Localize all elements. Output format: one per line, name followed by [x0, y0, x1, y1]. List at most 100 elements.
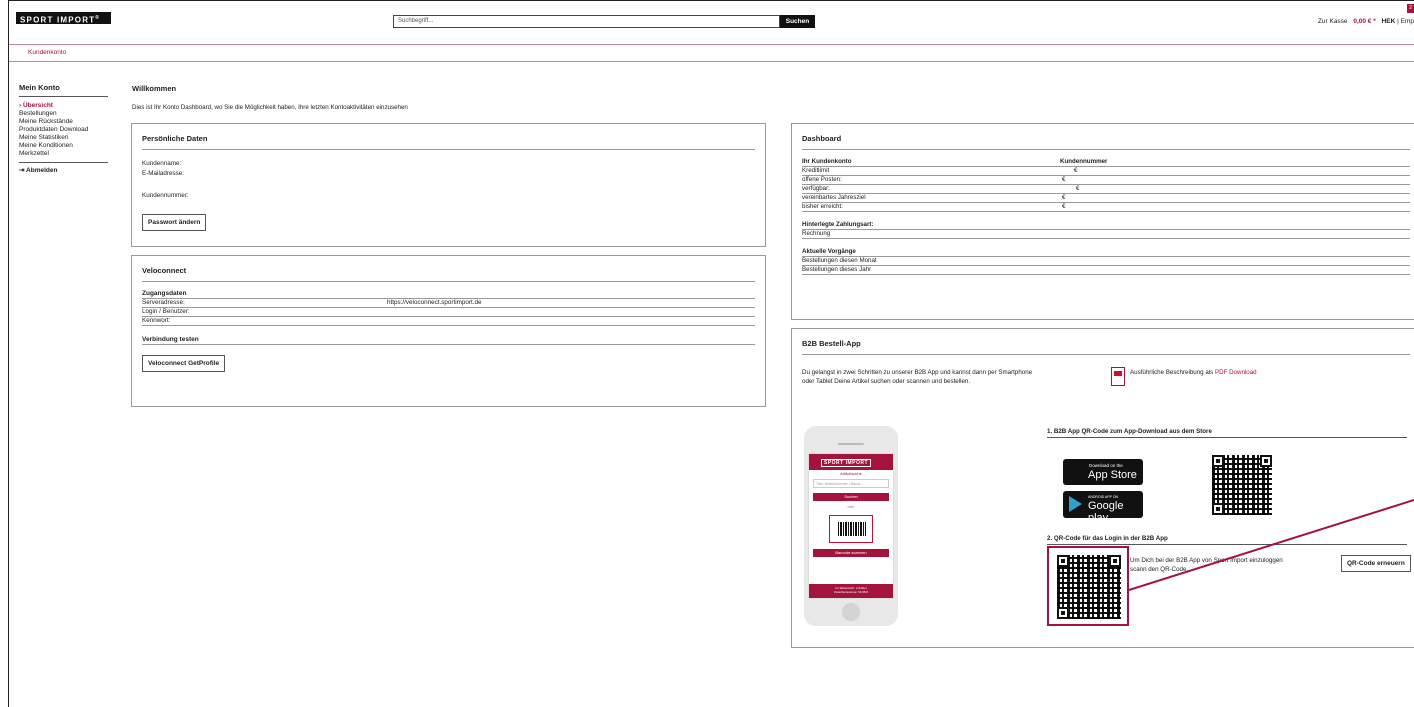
achieved-value: € [1062, 203, 1066, 210]
b2b-intro-1: Du gelangst in zwei Schritten zu unserer… [802, 369, 1033, 376]
breadcrumb: Kundenkonto [9, 44, 1414, 62]
login-qr-finder-tl [1057, 555, 1069, 567]
phone-search-field: Titel / Artikelnummer / Barcd... [813, 479, 889, 488]
cart-summary[interactable]: Zur Kasse 0,00 € * HEK | Emp [1318, 18, 1414, 25]
account-sidebar: Mein Konto › Übersicht Bestellungen Mein… [19, 83, 108, 174]
test-heading: Verbindung testen [142, 336, 755, 345]
logo-mark: ® [95, 15, 101, 21]
phone-scan-button: Barcode scannen [813, 549, 889, 557]
welcome-title: Willkommen [132, 84, 177, 93]
phone-or-text: oder [847, 505, 855, 509]
annual-target-label: vereinbartes Jahresziel [802, 194, 866, 201]
phone-home-button [842, 603, 860, 621]
b2b-title: B2B Bestell-App [802, 339, 1410, 355]
account-heading: Ihr Kundenkonto [802, 158, 852, 165]
welcome-text: Dies ist Ihr Konto Dashboard, wo Sie die… [132, 104, 408, 111]
logout-label: Abmelden [26, 167, 58, 174]
veloconnect-panel: Veloconnect Zugangsdaten Serveradresse: h… [131, 255, 766, 407]
login-qr-finder-tr [1109, 555, 1121, 567]
qr-finder-bl [1212, 503, 1224, 515]
personal-data-panel: Persönliche Daten Kundenname: E-Mailadre… [131, 123, 766, 247]
logo[interactable]: SPORT IMPORT® [16, 12, 111, 25]
currency-label: HEK [1381, 18, 1396, 25]
personal-data-title: Persönliche Daten [142, 134, 755, 150]
orders-month: Bestellungen diesen Monat [802, 257, 1410, 266]
phone-header: SPORT IMPORT [809, 454, 893, 470]
sidebar-item-backorders[interactable]: Meine Rückstände [19, 118, 108, 126]
sidebar-item-product-download[interactable]: Produktdaten Download [19, 126, 108, 134]
google-play-big: Google play [1088, 500, 1124, 524]
login-qr-finder-bl [1057, 607, 1069, 619]
open-items-row: offene Posten: € [802, 176, 1410, 185]
pdf-text: Ausführliche Beschreibung als [1130, 369, 1215, 376]
login-qr-code [1057, 555, 1121, 619]
customer-name-label: Kundenname: [142, 160, 182, 167]
server-row: Serveradresse: https://veloconnect.sporti… [142, 299, 755, 308]
achieved-row: bisher erreicht: € [802, 203, 1410, 212]
qr-finder-tr [1260, 455, 1272, 467]
password-row: Kennwort: [142, 317, 755, 326]
renew-qr-button[interactable]: QR-Code erneuern [1341, 555, 1411, 572]
search-button[interactable]: Suchen [780, 15, 815, 28]
phone-barcode-frame [829, 515, 873, 543]
open-items-value: € [1062, 176, 1066, 183]
achieved-label: bisher erreicht: [802, 203, 843, 210]
phone-search-button: Suchen [813, 493, 889, 501]
header: SPORT IMPORT® Suchbegriff... Suchen Zur … [9, 0, 1414, 44]
checkout-link[interactable]: Zur Kasse [1318, 18, 1348, 25]
breadcrumb-kundenkonto[interactable]: Kundenkonto [28, 49, 66, 56]
number-heading: Kundennummer [1060, 158, 1108, 165]
password-label: Kennwort: [142, 317, 171, 324]
veloconnect-title: Veloconnect [142, 266, 755, 282]
login-row: Login / Benutzer: [142, 308, 755, 317]
logo-text: SPORT IMPORT [20, 15, 96, 25]
veloconnect-getprofile-button[interactable]: Veloconnect GetProfile [142, 355, 226, 372]
app-store-badge[interactable]: Download on the App Store [1063, 459, 1143, 485]
header-separator: | [1397, 18, 1399, 25]
cart-amount: 0,00 € * [1353, 18, 1376, 25]
google-play-badge[interactable]: ANDROID APP ON Google play [1063, 491, 1143, 524]
available-row: verfügbar: € [802, 185, 1410, 194]
available-value: € [1076, 185, 1080, 192]
sidebar-item-conditions[interactable]: Meine Konditionen [19, 142, 108, 150]
credit-limit-label: Kreditlimit [802, 167, 830, 174]
login-qr-text-1: Um Dich bei der B2B App von Sport Import… [1130, 557, 1283, 564]
payment-value: Rechnung [802, 230, 1410, 239]
phone-logo: SPORT IMPORT [821, 459, 872, 467]
pdf-description: Ausführliche Beschreibung als PDF Downlo… [1130, 369, 1257, 376]
b2b-intro-2: oder Tablet Deine Artikel suchen oder sc… [802, 378, 971, 385]
payment-heading: Hinterlegte Zahlungsart: [802, 221, 1410, 230]
server-value: https://veloconnect.sportimport.de [387, 299, 482, 306]
sidebar-item-wishlist[interactable]: Merkzettel [19, 150, 108, 158]
change-password-button[interactable]: Passwort ändern [142, 214, 207, 231]
open-items-label: offene Posten: [802, 176, 842, 183]
app-store-big: App Store [1088, 469, 1137, 481]
server-label: Serveradresse: [142, 299, 185, 306]
dashboard-panel: Dashboard Ihr Kundenkonto Kundennummer Kr… [791, 123, 1414, 320]
login-qr-text-2: scann den QR-Code. [1130, 566, 1189, 573]
dashboard-title: Dashboard [802, 134, 1410, 150]
annual-target-value: € [1062, 194, 1066, 201]
logout-link[interactable]: ⇥ Abmelden [19, 162, 108, 174]
orders-year: Bestellungen dieses Jahr [802, 266, 1410, 275]
logout-icon: ⇥ [19, 167, 25, 174]
credit-limit-value: € [1074, 167, 1078, 174]
barcode-icon [838, 522, 866, 536]
sidebar-item-orders[interactable]: Bestellungen [19, 110, 108, 118]
header-cut-link[interactable]: Emp [1401, 18, 1414, 25]
qr-finder-tl [1212, 455, 1224, 467]
pdf-download-link[interactable]: PDF Download [1215, 369, 1257, 376]
annual-target-row: vereinbartes Jahresziel € [802, 194, 1410, 203]
app-download-qr-code [1212, 455, 1272, 515]
sidebar-title: Mein Konto [19, 83, 108, 97]
sidebar-item-overview[interactable]: › Übersicht [19, 102, 108, 110]
sidebar-item-statistics[interactable]: Meine Statistiken [19, 134, 108, 142]
step2-heading: 2. QR-Code für das Login in der B2B App [1047, 535, 1407, 545]
phone-screen: SPORT IMPORT Artikelsuche Titel / Artike… [808, 453, 894, 599]
customer-number-label: Kundennummer: [142, 192, 189, 199]
credit-limit-row: Kreditlimit € [802, 167, 1410, 176]
dashboard-header-row: Ihr Kundenkonto Kundennummer [802, 158, 1410, 167]
search-input[interactable]: Suchbegriff... [393, 15, 780, 28]
access-heading: Zugangsdaten [142, 290, 755, 299]
google-play-icon [1069, 496, 1082, 512]
